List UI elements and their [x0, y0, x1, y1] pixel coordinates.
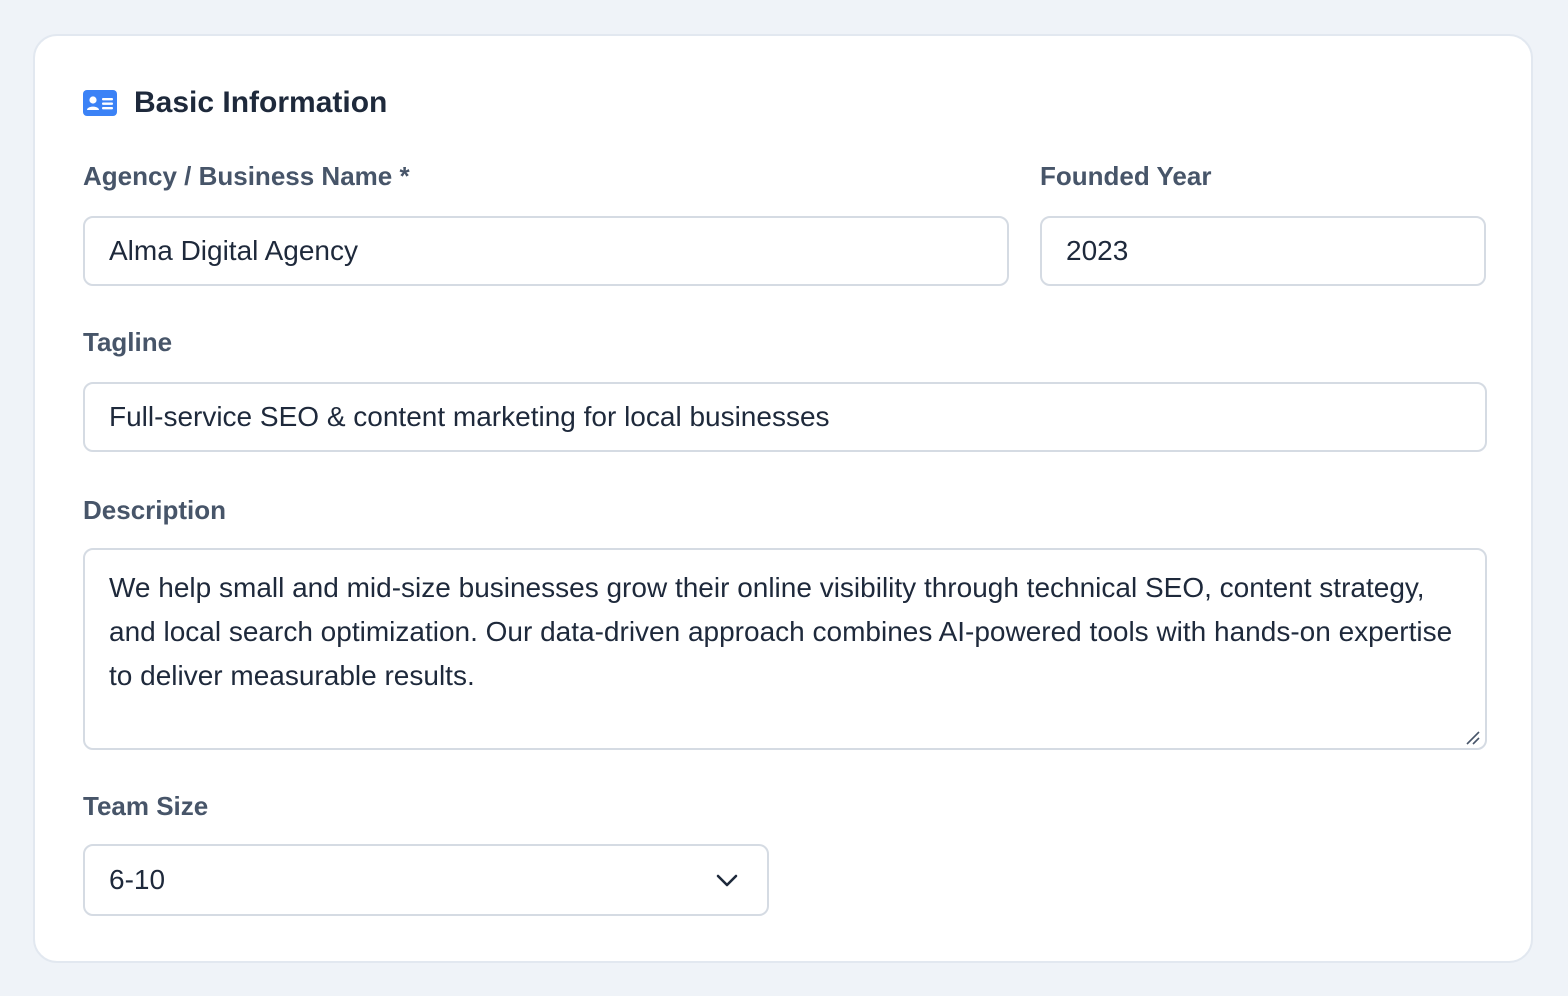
basic-information-card: Basic Information Agency / Business Name… [33, 34, 1533, 963]
team-size-label: Team Size [83, 791, 209, 821]
tagline-input[interactable] [83, 382, 1487, 452]
team-size-select[interactable]: 6-10 [83, 844, 769, 916]
founded-year-input[interactable] [1040, 216, 1486, 286]
chevron-down-icon [715, 872, 739, 888]
resize-handle-icon[interactable] [1463, 728, 1481, 746]
description-label: Description [83, 495, 227, 525]
id-card-icon [83, 90, 117, 116]
section-title: Basic Information [134, 86, 388, 119]
tagline-label: Tagline [83, 327, 173, 357]
business-name-label: Agency / Business Name * [83, 161, 410, 191]
team-size-selected-value: 6-10 [109, 864, 166, 895]
description-textarea[interactable]: We help small and mid-size businesses gr… [83, 548, 1487, 750]
section-header: Basic Information [83, 86, 387, 120]
founded-year-label: Founded Year [1040, 161, 1212, 191]
business-name-input[interactable] [83, 216, 1009, 286]
